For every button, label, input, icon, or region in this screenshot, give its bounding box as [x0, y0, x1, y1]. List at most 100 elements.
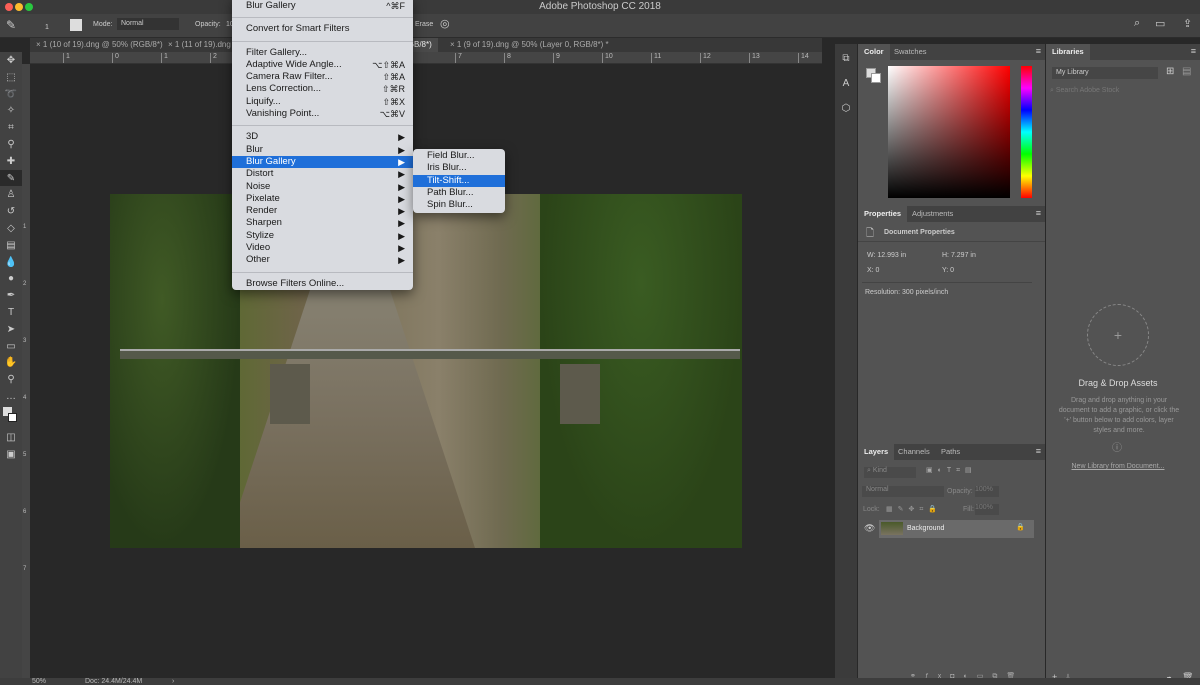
menu-item-video[interactable]: Video ▶: [232, 242, 413, 254]
menu-item-convert-smart-filters[interactable]: Convert for Smart Filters: [232, 23, 413, 35]
crop-tool-icon[interactable]: ⌗: [0, 119, 22, 136]
panel-menu-icon[interactable]: ≡: [1036, 208, 1041, 218]
share-icon[interactable]: ⇪: [1183, 17, 1192, 30]
mode-select[interactable]: Normal: [117, 18, 179, 30]
hand-tool-icon[interactable]: ✋: [0, 354, 22, 371]
lasso-tool-icon[interactable]: ➰: [0, 86, 22, 103]
menu-item-path-blur[interactable]: Path Blur...: [413, 187, 505, 199]
tab-swatches[interactable]: Swatches: [888, 44, 933, 60]
stamp-tool-icon[interactable]: ♙: [0, 186, 22, 203]
menu-item-browse-filters-online[interactable]: Browse Filters Online...: [232, 278, 413, 290]
pen-tool-icon[interactable]: ✒: [0, 287, 22, 304]
pressure-icon[interactable]: ◎: [440, 17, 450, 30]
tab-adjustments[interactable]: Adjustments: [906, 206, 959, 222]
magic-wand-icon[interactable]: ✧: [0, 102, 22, 119]
auto-erase-label[interactable]: Erase: [415, 21, 433, 28]
hue-slider[interactable]: [1021, 66, 1032, 198]
history-panel-icon[interactable]: ⧉: [835, 50, 857, 67]
color-field[interactable]: [888, 66, 1010, 198]
width-value[interactable]: W: 12.993 in: [867, 252, 906, 259]
menu-item-stylize[interactable]: Stylize ▶: [232, 230, 413, 242]
height-value[interactable]: H: 7.297 in: [942, 252, 976, 259]
more-tools-icon[interactable]: …: [0, 388, 22, 405]
eraser-icon[interactable]: ◇: [0, 220, 22, 237]
brush-size[interactable]: 1: [45, 24, 49, 31]
background-color[interactable]: [871, 73, 881, 83]
menu-item-distort[interactable]: Distort ▶: [232, 168, 413, 180]
layer-opacity-field[interactable]: 100%: [975, 486, 999, 497]
menu-item-pixelate[interactable]: Pixelate ▶: [232, 193, 413, 205]
menu-item-lens-correction[interactable]: Lens Correction... ⇧⌘R: [232, 83, 413, 95]
color-swatches[interactable]: [0, 405, 22, 429]
zoom-tool-icon[interactable]: ⚲: [0, 371, 22, 388]
menu-item-tilt-shift[interactable]: Tilt-Shift...: [413, 174, 505, 187]
healing-brush-icon[interactable]: ✚: [0, 153, 22, 170]
x-value[interactable]: X: 0: [867, 267, 879, 274]
grid-view-icon[interactable]: ⊞: [1166, 66, 1174, 77]
layer-row[interactable]: 👁 Background 🔒: [858, 520, 1034, 538]
menu-item-3d[interactable]: 3D ▶: [232, 131, 413, 143]
dodge-tool-icon[interactable]: ●: [0, 270, 22, 287]
visibility-eye-icon[interactable]: 👁: [864, 523, 875, 534]
panel-menu-icon[interactable]: ≡: [1191, 46, 1196, 56]
menu-item-other[interactable]: Other ▶: [232, 254, 413, 266]
menu-item-noise[interactable]: Noise ▶: [232, 181, 413, 193]
menu-item-filter-gallery[interactable]: Filter Gallery...: [232, 47, 413, 59]
type-tool-icon[interactable]: T: [0, 304, 22, 321]
menu-item-sharpen[interactable]: Sharpen ▶: [232, 217, 413, 229]
menu-item-camera-raw[interactable]: Camera Raw Filter... ⇧⌘A: [232, 71, 413, 83]
lock-icon[interactable]: 🔒: [1016, 523, 1025, 531]
eyedropper-icon[interactable]: ⚲: [0, 136, 22, 153]
status-menu-arrow[interactable]: ›: [172, 678, 174, 685]
history-brush-icon[interactable]: ↺: [0, 203, 22, 220]
brush-tool-icon[interactable]: ✎: [0, 169, 22, 187]
fill-field[interactable]: 100%: [975, 504, 999, 515]
y-value[interactable]: Y: 0: [942, 267, 954, 274]
help-icon[interactable]: ⓘ: [1112, 439, 1122, 454]
move-tool-icon[interactable]: ✥: [0, 52, 22, 69]
doc-tab[interactable]: × 1 (10 of 19).dng @ 50% (RGB/8*): [36, 38, 163, 52]
tab-layers[interactable]: Layers: [858, 444, 895, 460]
tab-libraries[interactable]: Libraries: [1046, 44, 1090, 60]
document-image[interactable]: [110, 194, 742, 548]
panel-menu-icon[interactable]: ≡: [1036, 46, 1041, 56]
path-selection-icon[interactable]: ➤: [0, 321, 22, 338]
menu-item-spin-blur[interactable]: Spin Blur...: [413, 199, 505, 211]
blend-mode-select[interactable]: Normal: [862, 486, 944, 497]
blur-tool-icon[interactable]: 💧: [0, 254, 22, 271]
menu-item-blur[interactable]: Blur ▶: [232, 144, 413, 156]
minimize-window-button[interactable]: [15, 3, 23, 11]
menu-item-vanishing-point[interactable]: Vanishing Point... ⌥⌘V: [232, 108, 413, 120]
menu-item-blur-gallery[interactable]: Blur Gallery ▶: [232, 155, 413, 169]
tab-channels[interactable]: Channels: [892, 444, 936, 460]
layer-filter-icons[interactable]: ▣◐T⌗▤: [926, 466, 977, 475]
new-library-link[interactable]: New Library from Document...: [1046, 463, 1190, 470]
3d-panel-icon[interactable]: ⬡: [835, 100, 857, 117]
tab-paths[interactable]: Paths: [935, 444, 966, 460]
shape-tool-icon[interactable]: ▭: [0, 338, 22, 355]
zoom-window-button[interactable]: [25, 3, 33, 11]
menu-item-liquify[interactable]: Liquify... ⇧⌘X: [232, 96, 413, 108]
search-stock-input[interactable]: ⌕ Search Adobe Stock: [1050, 87, 1119, 95]
doc-tab[interactable]: × 1 (9 of 19).dng @ 50% (Layer 0, RGB/8*…: [450, 38, 609, 52]
zoom-level[interactable]: 50%: [32, 678, 46, 685]
menu-item-last-filter[interactable]: Blur Gallery ^⌘F: [232, 0, 413, 12]
brush-tool-icon[interactable]: ✎: [6, 18, 16, 32]
tab-properties[interactable]: Properties: [858, 206, 908, 222]
menu-item-iris-blur[interactable]: Iris Blur...: [413, 162, 505, 174]
library-select[interactable]: My Library: [1052, 67, 1158, 79]
tab-color[interactable]: Color: [858, 44, 890, 60]
gradient-icon[interactable]: ▤: [0, 237, 22, 254]
marquee-tool-icon[interactable]: ⬚: [0, 69, 22, 86]
close-window-button[interactable]: [5, 3, 13, 11]
brush-panel-icon[interactable]: [70, 19, 82, 31]
layer-kind-filter[interactable]: ⌕ Kind: [864, 467, 916, 478]
character-panel-icon[interactable]: A: [835, 75, 857, 92]
list-view-icon[interactable]: ▤: [1182, 66, 1191, 77]
quick-mask-icon[interactable]: ◫: [0, 429, 22, 446]
lock-icons[interactable]: ▦✎✥⌗🔒: [886, 505, 942, 514]
screen-mode-icon[interactable]: ▣: [0, 446, 22, 463]
menu-item-field-blur[interactable]: Field Blur...: [413, 150, 505, 162]
search-icon[interactable]: ⌕: [1134, 17, 1140, 30]
workspace-icon[interactable]: ▭: [1155, 17, 1165, 30]
